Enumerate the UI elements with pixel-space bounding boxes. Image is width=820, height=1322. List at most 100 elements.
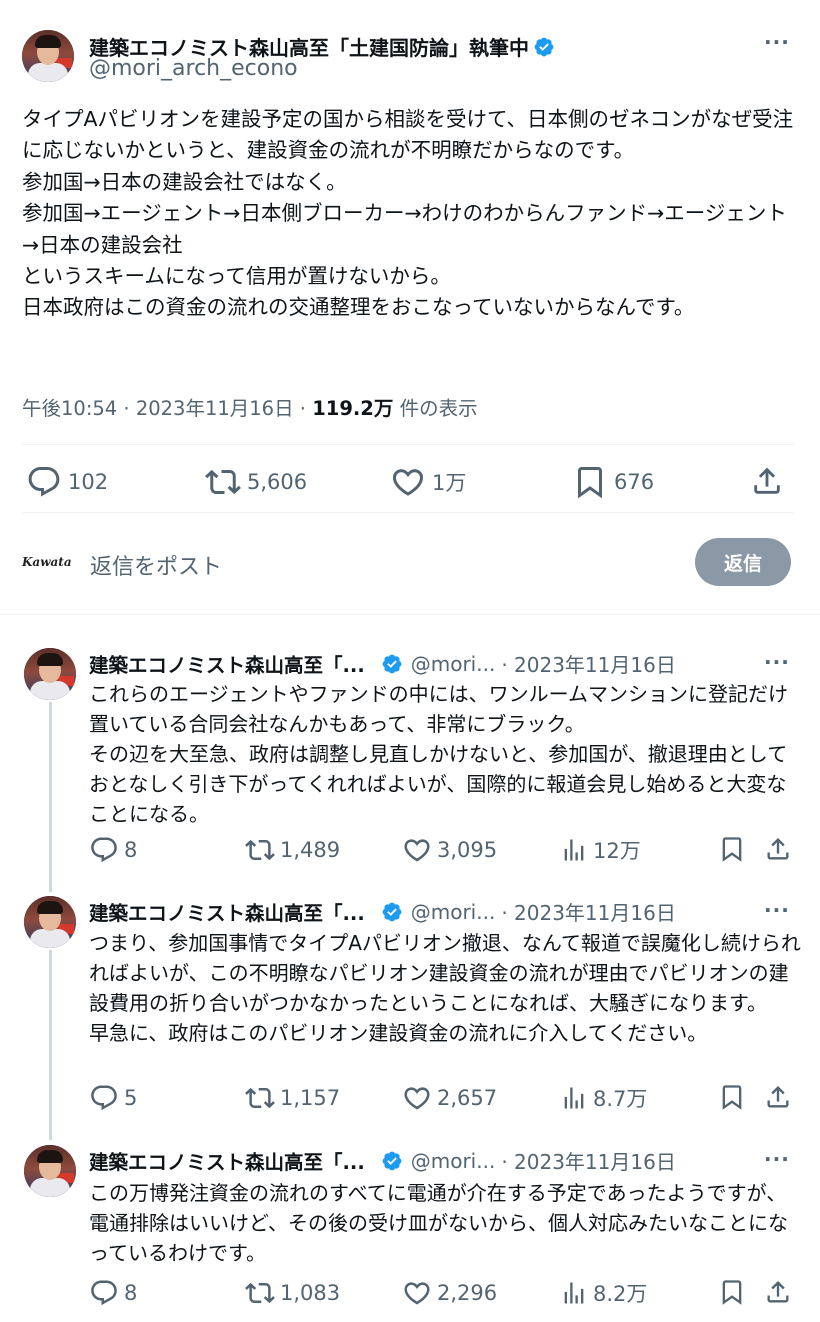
repost-icon: [245, 1282, 275, 1304]
tweet-meta: 午後10:54 · 2023年11月16日 · 119.2万 件の表示: [22, 392, 478, 421]
reply-author-handle[interactable]: @mori...: [411, 1149, 496, 1173]
reply-views-button[interactable]: 12万: [560, 835, 641, 865]
reply-user-avatar: Kawata: [22, 555, 72, 569]
more-options-icon[interactable]: ···: [764, 898, 790, 922]
divider: [22, 512, 794, 513]
share-icon: [767, 1086, 789, 1108]
more-options-icon[interactable]: ···: [764, 1147, 790, 1171]
like-count: 2,296: [437, 1281, 498, 1305]
like-count: 3,095: [437, 838, 498, 862]
reply-author-handle[interactable]: @mori...: [411, 652, 496, 676]
views-label: 件の表示: [399, 397, 478, 420]
reply-bookmark-button[interactable]: [718, 1083, 746, 1111]
more-options-icon[interactable]: ···: [764, 650, 790, 674]
reply-date[interactable]: · 2023年11月16日: [501, 897, 676, 926]
views-count: 12万: [593, 839, 641, 863]
tweet-date[interactable]: 2023年11月16日: [136, 397, 294, 420]
reply-like-button[interactable]: 3,095: [402, 835, 497, 865]
bookmark-icon: [722, 837, 742, 862]
repost-count: 1,083: [280, 1281, 341, 1305]
share-button[interactable]: [750, 464, 784, 498]
reply-icon: [28, 467, 60, 497]
views-count: 8.2万: [593, 1282, 648, 1306]
reply-avatar[interactable]: [24, 896, 76, 948]
verified-badge-icon: [534, 37, 554, 56]
reply-button[interactable]: 102: [26, 464, 108, 500]
repost-button[interactable]: 5,606: [205, 464, 307, 500]
reply-author-name[interactable]: 建築エコノミスト森山高至「...: [89, 1146, 365, 1175]
verified-badge-icon: [382, 1151, 402, 1170]
repost-count: 1,157: [280, 1086, 341, 1110]
views-chart-icon: [564, 1282, 584, 1304]
reply-date[interactable]: · 2023年11月16日: [501, 649, 676, 678]
reply-repost-button[interactable]: 1,083: [245, 1278, 340, 1308]
reply-like-button[interactable]: 2,296: [402, 1278, 497, 1308]
reply-avatar[interactable]: [24, 1145, 76, 1197]
reply-icon: [91, 1085, 117, 1111]
heart-icon: [404, 1282, 430, 1305]
reply-text: この万博発注資金の流れのすべてに電通が介在する予定であったようですが、電通排除は…: [89, 1181, 788, 1265]
views-count: 8.7万: [593, 1087, 648, 1111]
reply-avatar[interactable]: [24, 648, 76, 700]
main-tweet: 建築エコノミスト森山高至「土建国防論」執筆中 @mori_arch_econo …: [0, 0, 820, 612]
views-count: 119.2万: [312, 397, 394, 420]
like-button[interactable]: 1万: [390, 464, 466, 500]
reply-count: 5: [124, 1086, 138, 1110]
reply-bookmark-button[interactable]: [718, 835, 746, 863]
reply-share-button[interactable]: [764, 1278, 792, 1306]
share-icon: [767, 838, 789, 860]
repost-icon: [205, 469, 241, 495]
reply-author-name[interactable]: 建築エコノミスト森山高至「...: [89, 649, 365, 678]
bookmark-icon: [722, 1085, 742, 1110]
reply-count: 8: [124, 838, 138, 862]
reply-reply-button[interactable]: 8: [89, 1278, 137, 1308]
like-count: 2,657: [437, 1086, 498, 1110]
repost-icon: [245, 1087, 275, 1109]
reply-bookmark-button[interactable]: [718, 1278, 746, 1306]
reply-text: これらのエージェントやファンドの中には、ワンルームマンションに登記だけ置いている…: [89, 682, 788, 826]
section-divider: [0, 614, 820, 632]
reply-icon: [91, 837, 117, 863]
verified-badge-icon: [382, 902, 402, 921]
thread-connector-line: [49, 950, 52, 1140]
views-chart-icon: [564, 1087, 584, 1109]
repost-count: 1,489: [280, 838, 341, 862]
reply-date[interactable]: · 2023年11月16日: [501, 1146, 676, 1175]
bookmark-button[interactable]: 676: [572, 464, 654, 500]
reply-share-button[interactable]: [764, 1083, 792, 1111]
reply-author-name[interactable]: 建築エコノミスト森山高至「...: [89, 897, 365, 926]
reply-author-handle[interactable]: @mori...: [411, 900, 496, 924]
tweet-time[interactable]: 午後10:54: [22, 397, 117, 420]
reply-icon: [91, 1280, 117, 1306]
reply-share-button[interactable]: [764, 835, 792, 863]
reply-views-button[interactable]: 8.2万: [560, 1278, 647, 1308]
reply-submit-button[interactable]: 返信: [695, 538, 791, 586]
reply-input[interactable]: 返信をポスト: [90, 549, 222, 581]
reply-header: 建築エコノミスト森山高至「... @mori... · 2023年11月16日: [89, 897, 676, 926]
heart-icon: [404, 839, 430, 862]
reply-repost-button[interactable]: 1,489: [245, 835, 340, 865]
reply-count: 102: [68, 470, 109, 494]
bookmark-icon: [722, 1280, 742, 1305]
reply-count: 8: [124, 1281, 138, 1305]
share-icon: [754, 467, 780, 494]
reply-like-button[interactable]: 2,657: [402, 1083, 497, 1113]
meta-separator: ·: [123, 397, 136, 420]
divider: [22, 444, 794, 445]
tweet-text: タイプAパビリオンを建設予定の国から相談を受けて、日本側のゼネコンがなぜ受注に応…: [22, 107, 794, 320]
reply-views-button[interactable]: 8.7万: [560, 1083, 647, 1113]
reply-reply-button[interactable]: 5: [89, 1083, 137, 1113]
meta-separator: ·: [299, 397, 313, 420]
more-options-icon[interactable]: ···: [764, 30, 790, 54]
bookmark-count: 676: [614, 470, 655, 494]
bookmark-icon: [578, 467, 602, 499]
reply-repost-button[interactable]: 1,157: [245, 1083, 340, 1113]
reply-reply-button[interactable]: 8: [89, 835, 137, 865]
reply-text: つまり、参加国事情でタイプAパビリオン撤退、なんて報道で誤魔化し続けられればよい…: [89, 931, 801, 1045]
reply-header: 建築エコノミスト森山高至「... @mori... · 2023年11月16日: [89, 1146, 676, 1175]
author-avatar[interactable]: [22, 30, 74, 82]
reply-header: 建築エコノミスト森山高至「... @mori... · 2023年11月16日: [89, 649, 676, 678]
repost-count: 5,606: [247, 470, 308, 494]
heart-icon: [392, 469, 424, 496]
author-handle[interactable]: @mori_arch_econo: [89, 56, 298, 81]
